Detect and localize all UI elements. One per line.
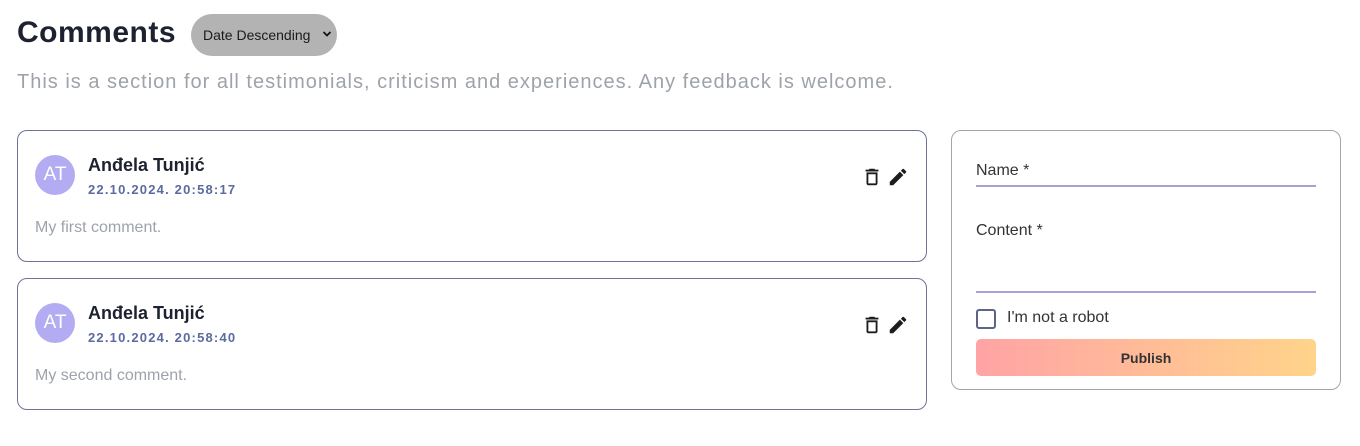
pencil-icon (889, 168, 907, 186)
avatar: AT (35, 155, 75, 195)
publish-button[interactable]: Publish (976, 339, 1316, 376)
page-subtitle: This is a section for all testimonials, … (17, 71, 894, 93)
content-underline (976, 291, 1316, 293)
trash-icon (865, 316, 879, 334)
sort-order-select[interactable]: Date Descending (191, 14, 337, 56)
content-input[interactable] (976, 249, 1316, 289)
trash-icon (865, 168, 879, 186)
robot-checkbox[interactable] (976, 309, 996, 329)
delete-comment-button[interactable] (861, 166, 883, 188)
comment-timestamp: 22.10.2024. 20:58:17 (88, 182, 237, 197)
comment-timestamp: 22.10.2024. 20:58:40 (88, 330, 237, 345)
edit-comment-button[interactable] (887, 166, 909, 188)
name-input[interactable] (976, 161, 1316, 185)
comment-card: AT Anđela Tunjić 22.10.2024. 20:58:40 My… (17, 278, 927, 410)
comment-text: My second comment. (35, 367, 188, 384)
edit-comment-button[interactable] (887, 314, 909, 336)
page-title: Comments (17, 16, 177, 49)
comment-author: Anđela Tunjić (88, 303, 205, 323)
name-underline (976, 185, 1316, 187)
delete-comment-button[interactable] (861, 314, 883, 336)
pencil-icon (889, 316, 907, 334)
comment-text: My first comment. (35, 219, 162, 236)
comment-form: Name * Content * I'm not a robot Publish (951, 130, 1341, 390)
comment-card: AT Anđela Tunjić 22.10.2024. 20:58:17 My… (17, 130, 927, 262)
avatar: AT (35, 303, 75, 343)
comment-author: Anđela Tunjić (88, 155, 205, 175)
content-label: Content * (976, 222, 1043, 239)
robot-checkbox-label[interactable]: I'm not a robot (1007, 309, 1109, 327)
